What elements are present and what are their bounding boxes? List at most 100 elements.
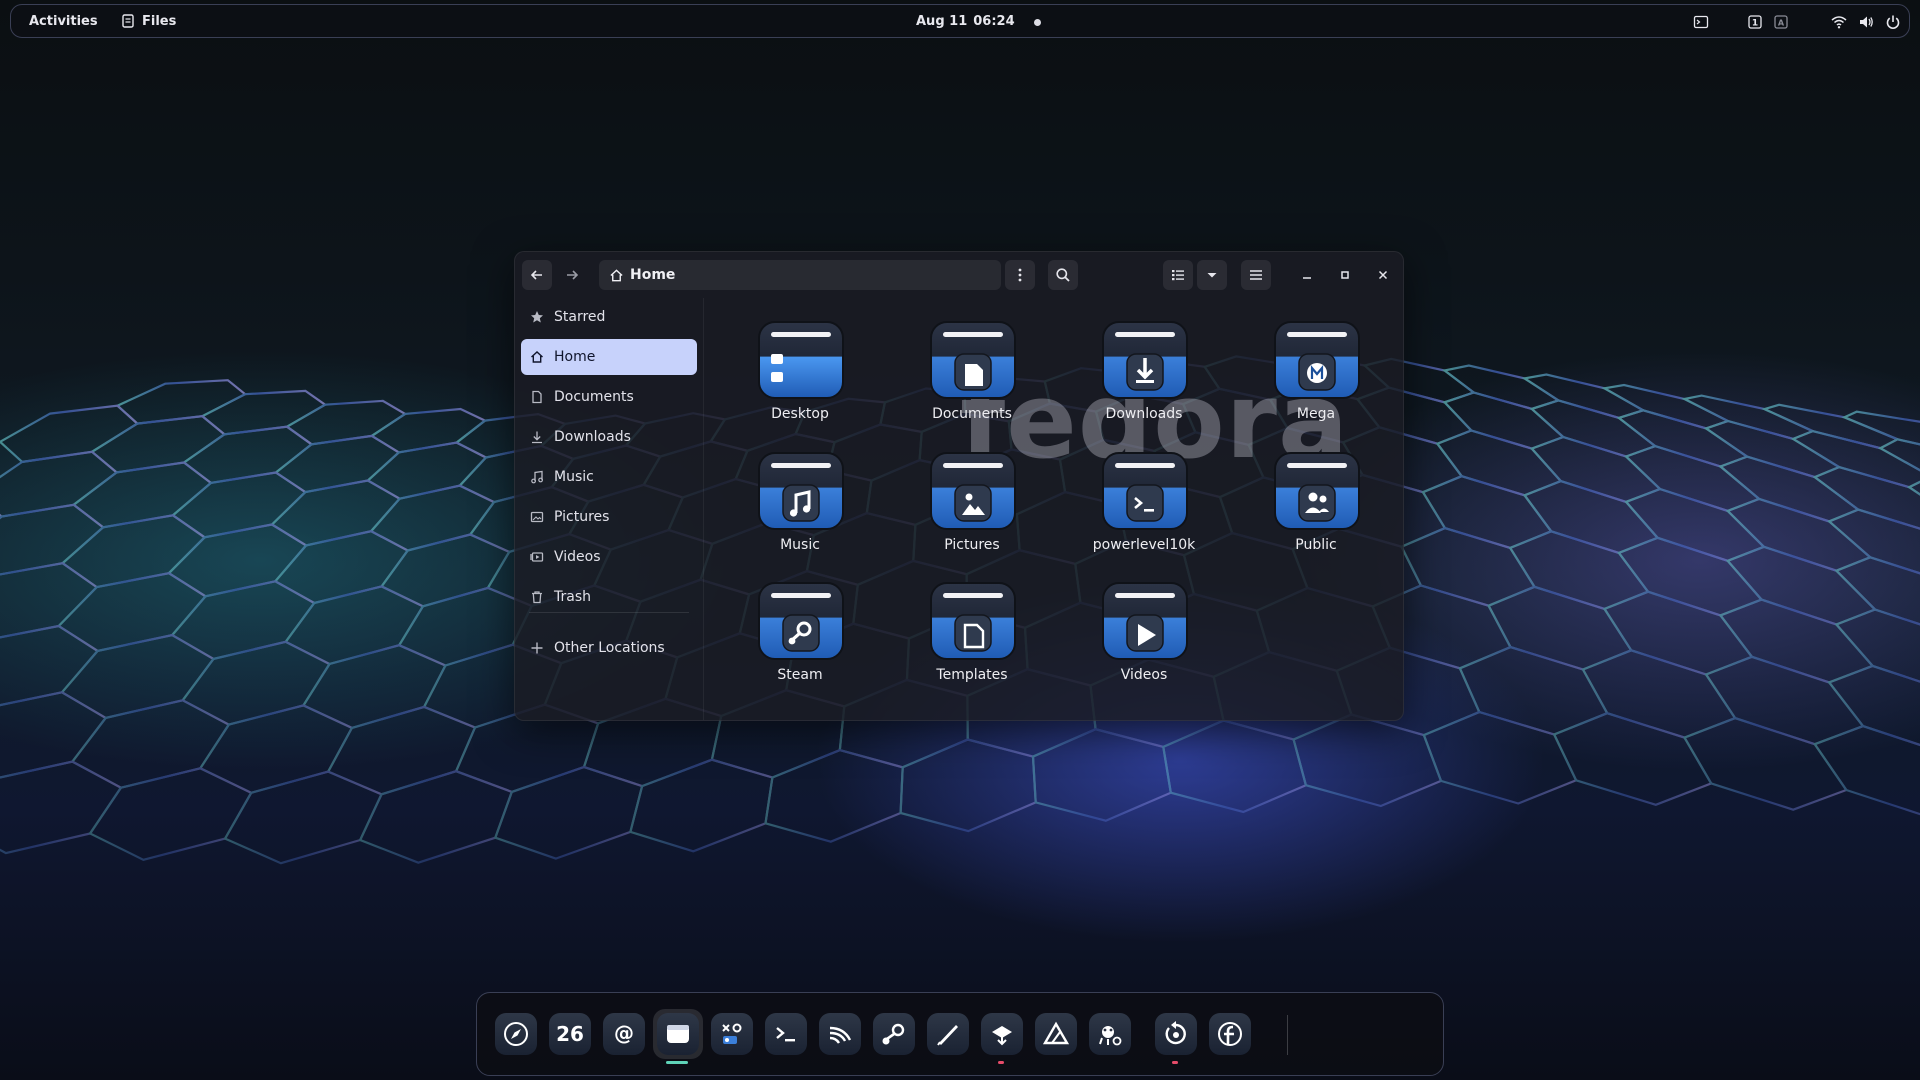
star-icon	[531, 311, 543, 323]
folder-steam[interactable]: Steam	[725, 567, 857, 687]
folder-label: Documents	[932, 406, 1012, 422]
wifi-icon[interactable]	[1831, 14, 1847, 30]
sidebar-item-videos[interactable]: Videos	[521, 539, 697, 575]
path-bar[interactable]: Home	[599, 260, 1001, 290]
dock-files-button[interactable]	[653, 1009, 703, 1059]
app-menu-label: Files	[142, 13, 177, 29]
dock-terminal-button[interactable]	[761, 1009, 811, 1059]
sidebar-item-other-locations[interactable]: Other Locations	[521, 630, 697, 666]
svg-text:1: 1	[1752, 19, 1758, 29]
running-app-indicator	[998, 1061, 1004, 1064]
keyboard-layout-icon[interactable]: 1	[1747, 14, 1763, 30]
dock-calendar-button[interactable]: 26	[545, 1009, 595, 1059]
input-method-icon[interactable]: A	[1773, 14, 1789, 30]
clock-button[interactable]: Aug 11 06:24	[916, 14, 1015, 29]
folder-label: Templates	[936, 667, 1008, 683]
sidebar-item-music[interactable]: Music	[521, 459, 697, 495]
folder-documents[interactable]: Documents	[897, 306, 1029, 426]
svg-text:@: @	[614, 1021, 634, 1045]
dock-settings-tweaks-button[interactable]	[707, 1009, 757, 1059]
sidebar-item-label: Music	[554, 469, 594, 485]
dock-web-browser-button[interactable]	[491, 1009, 541, 1059]
dock-package-installer-button[interactable]	[977, 1009, 1027, 1059]
sidebar-item-starred[interactable]: Starred	[521, 299, 697, 335]
folder-label: Pictures	[944, 537, 1000, 553]
folder-desktop[interactable]: Desktop	[725, 306, 857, 426]
dock-affinity-button[interactable]	[1031, 1009, 1081, 1059]
activities-button[interactable]: Activities	[29, 14, 98, 29]
sidebar-item-home[interactable]: Home	[521, 339, 697, 375]
list-view-icon	[1172, 270, 1184, 281]
sidebar-item-label: Videos	[554, 549, 601, 565]
folder-label: Downloads	[1105, 406, 1183, 422]
file-grid: fedora Desktop Documents Downloads Mega Musi…	[705, 298, 1403, 720]
sidebar-item-label: Other Locations	[554, 640, 665, 656]
dock-gimp-button[interactable]	[1085, 1009, 1135, 1059]
document-folder-icon	[929, 318, 1017, 402]
dock-steam-button[interactable]	[869, 1009, 919, 1059]
steam-folder-icon	[757, 579, 845, 663]
maximize-button[interactable]	[1334, 264, 1356, 286]
dock-backup-button[interactable]	[1151, 1009, 1201, 1059]
folder-templates[interactable]: Templates	[897, 567, 1029, 687]
sidebar-item-label: Home	[554, 349, 596, 365]
video-icon	[530, 552, 544, 562]
top-bar: Activities Files Aug 11 06:24 1 A	[10, 4, 1910, 38]
close-button[interactable]	[1372, 264, 1394, 286]
folder-mega[interactable]: Mega	[1241, 306, 1373, 426]
folder-downloads[interactable]: Downloads	[1069, 306, 1201, 426]
picture-folder-icon	[929, 449, 1017, 533]
terminal-icon	[765, 1013, 807, 1055]
dock-fedora-button[interactable]	[1205, 1009, 1255, 1059]
folder-powerlevel10k[interactable]: powerlevel10k	[1069, 437, 1201, 557]
view-toggle-button[interactable]	[1163, 260, 1193, 290]
sidebar-item-trash[interactable]: Trash	[521, 579, 697, 615]
dock-mail-button[interactable]: @	[599, 1009, 649, 1059]
video-folder-icon	[1101, 579, 1189, 663]
volume-icon[interactable]	[1858, 14, 1874, 30]
header-bar: Home	[515, 252, 1403, 298]
minimize-button[interactable]	[1296, 264, 1318, 286]
home-icon	[610, 268, 623, 281]
back-button[interactable]	[522, 260, 552, 290]
app-menu[interactable]: Files	[121, 14, 176, 29]
text-editor-icon	[927, 1013, 969, 1055]
folder-music[interactable]: Music	[725, 437, 857, 557]
chevron-down-icon	[1207, 273, 1217, 278]
sidebar-item-downloads[interactable]: Downloads	[521, 419, 697, 455]
folder-public[interactable]: Public	[1241, 437, 1373, 557]
terminal-indicator-icon[interactable]	[1693, 14, 1709, 30]
active-app-indicator	[666, 1061, 688, 1064]
date-label: Aug 11	[916, 13, 968, 29]
trash-icon	[532, 591, 542, 604]
desktop-folder-icon	[757, 318, 845, 402]
sidebar-item-documents[interactable]: Documents	[521, 379, 697, 415]
sidebar-item-pictures[interactable]: Pictures	[521, 499, 697, 535]
document-icon	[532, 390, 542, 404]
power-icon[interactable]	[1885, 14, 1901, 30]
affinity-icon	[1035, 1013, 1077, 1055]
folder-label: Music	[780, 537, 820, 553]
download-folder-icon	[1101, 318, 1189, 402]
view-options-button[interactable]	[1197, 260, 1227, 290]
fedora-icon	[1209, 1013, 1251, 1055]
picture-icon	[530, 511, 544, 523]
files-icon	[657, 1013, 699, 1055]
main-menu-button[interactable]	[1241, 260, 1271, 290]
path-location: Home	[630, 267, 676, 283]
dock: 26 @	[476, 992, 1444, 1076]
folder-videos[interactable]: Videos	[1069, 567, 1201, 687]
path-menu-button[interactable]	[1005, 260, 1035, 290]
settings-tweaks-icon	[711, 1013, 753, 1055]
dock-rss-button[interactable]	[815, 1009, 865, 1059]
dock-text-editor-button[interactable]	[923, 1009, 973, 1059]
folder-label: Public	[1295, 537, 1337, 553]
search-button[interactable]	[1048, 260, 1078, 290]
maximize-icon	[1341, 271, 1349, 279]
calendar-icon: 26	[549, 1013, 591, 1055]
dock-divider	[1287, 1015, 1288, 1055]
forward-button[interactable]	[557, 260, 587, 290]
folder-pictures[interactable]: Pictures	[897, 437, 1029, 557]
minimize-icon	[1303, 277, 1311, 279]
notification-dot	[1034, 19, 1041, 26]
